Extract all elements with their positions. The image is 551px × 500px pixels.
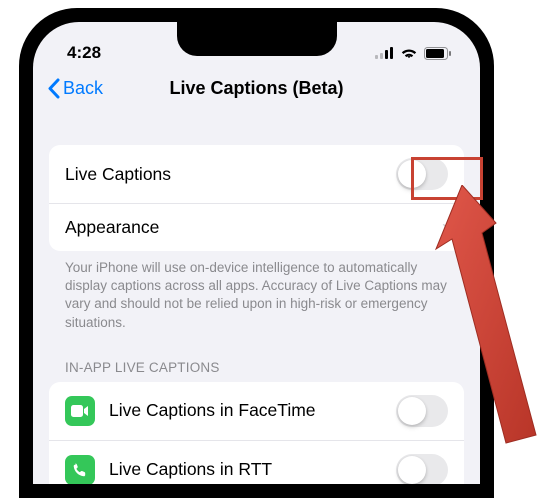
- chevron-left-icon: [47, 78, 60, 99]
- live-captions-label: Live Captions: [65, 164, 396, 185]
- appearance-row[interactable]: Appearance ›: [49, 203, 464, 251]
- live-captions-toggle[interactable]: [396, 158, 448, 190]
- main-footer: Your iPhone will use on-device intellige…: [49, 251, 464, 332]
- toggle-knob: [398, 397, 426, 425]
- back-button[interactable]: Back: [47, 78, 103, 99]
- phone-frame: 4:28: [19, 8, 494, 498]
- facetime-label: Live Captions in FaceTime: [109, 400, 396, 421]
- chevron-right-icon: ›: [442, 217, 448, 238]
- inapp-header: IN-APP LIVE CAPTIONS: [49, 332, 464, 382]
- inapp-group: Live Captions in FaceTime Live Captions …: [49, 382, 464, 484]
- facetime-icon: [65, 396, 95, 426]
- rtt-toggle[interactable]: [396, 454, 448, 484]
- battery-icon: [424, 47, 452, 60]
- rtt-row[interactable]: Live Captions in RTT: [49, 440, 464, 484]
- toggle-knob: [398, 456, 426, 484]
- cellular-icon: [375, 47, 394, 59]
- toggle-knob: [398, 160, 426, 188]
- notch: [177, 22, 337, 56]
- live-captions-row[interactable]: Live Captions: [49, 145, 464, 203]
- status-icons: [375, 47, 452, 60]
- status-time: 4:28: [67, 43, 101, 63]
- phone-screen: 4:28: [33, 22, 480, 484]
- main-group: Live Captions Appearance ›: [49, 145, 464, 251]
- facetime-toggle[interactable]: [396, 395, 448, 427]
- facetime-row[interactable]: Live Captions in FaceTime: [49, 382, 464, 440]
- nav-title: Live Captions (Beta): [169, 78, 343, 99]
- wifi-icon: [400, 47, 418, 60]
- nav-bar: Back Live Captions (Beta): [33, 70, 480, 109]
- back-label: Back: [63, 78, 103, 99]
- appearance-label: Appearance: [65, 217, 442, 238]
- rtt-label: Live Captions in RTT: [109, 459, 396, 480]
- phone-icon: [65, 455, 95, 484]
- content: Live Captions Appearance › Your iPhone w…: [33, 109, 480, 484]
